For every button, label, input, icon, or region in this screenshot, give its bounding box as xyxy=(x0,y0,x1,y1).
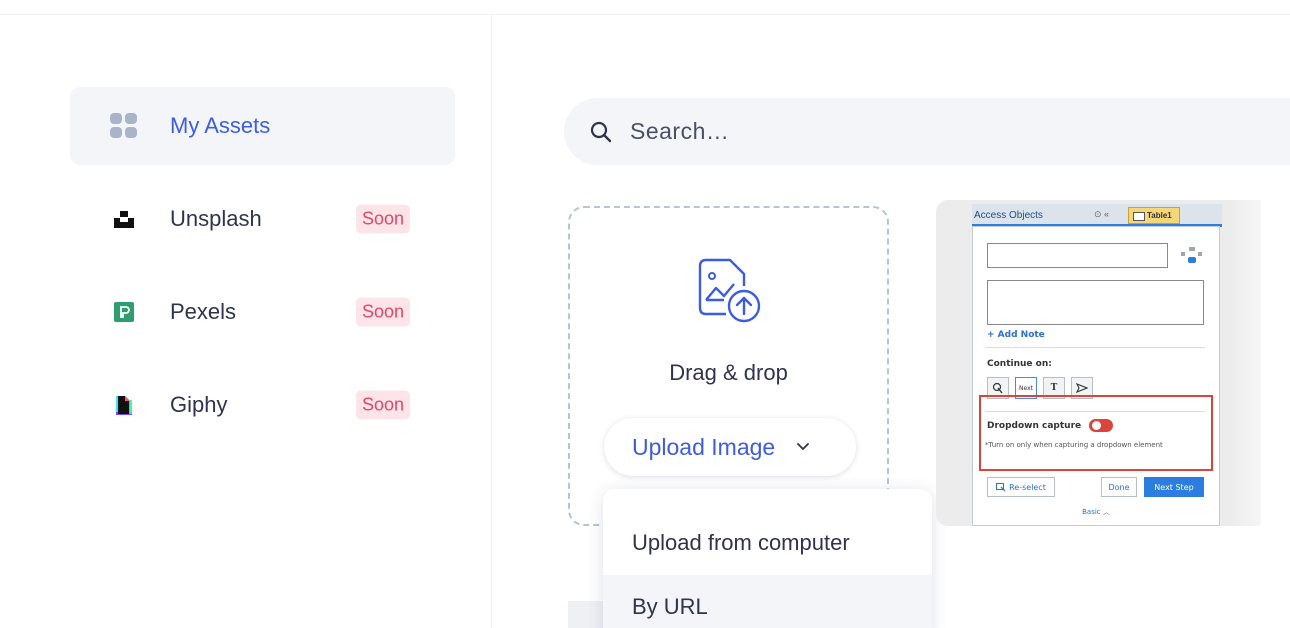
thumb-basic-toggle: Basic ︿ xyxy=(973,507,1219,517)
sidebar-divider xyxy=(491,14,492,628)
thumb-dropdown-note: *Turn on only when capturing a dropdown … xyxy=(985,441,1163,449)
thumb-highlight-box xyxy=(979,395,1213,471)
thumb-note-field xyxy=(987,280,1204,325)
sidebar-item-label: Unsplash xyxy=(170,206,262,231)
thumb-reselect-button: Re-select xyxy=(987,477,1055,497)
thumb-divider xyxy=(985,347,1205,348)
thumb-name-field xyxy=(987,243,1168,268)
menu-item-by-url[interactable]: By URL xyxy=(603,575,932,628)
grid-icon xyxy=(110,112,138,140)
sidebar-item-unsplash[interactable]: Unsplash Soon xyxy=(70,180,455,258)
thumb-done-button: Done xyxy=(1101,477,1137,497)
upload-options-menu: Upload from computer By URL xyxy=(603,489,932,628)
thumb-collapse-icon: ⊙ « xyxy=(1094,209,1110,219)
thumb-continue-label: Continue on: xyxy=(987,359,1052,369)
asset-sources-sidebar: My Assets Unsplash Soon Pexels Soon Giph… xyxy=(70,87,455,459)
grid-item-edge xyxy=(568,601,608,628)
chevron-up-icon: ︿ xyxy=(1102,508,1110,516)
top-divider xyxy=(0,14,1290,15)
upload-dropzone[interactable]: Drag & drop Upload Image xyxy=(568,206,889,526)
unsplash-logo-icon xyxy=(110,205,138,233)
search-icon xyxy=(590,121,612,142)
thumb-reselect-label: Re-select xyxy=(1009,482,1046,492)
thumbnail-edge-fade xyxy=(1230,200,1290,526)
chevron-down-icon xyxy=(797,443,810,450)
giphy-logo-icon xyxy=(110,391,138,419)
upload-image-button[interactable]: Upload Image xyxy=(604,418,856,476)
sidebar-item-my-assets[interactable]: My Assets xyxy=(70,87,455,165)
thumb-table-tab: Table1 xyxy=(1128,207,1180,224)
thumb-dropdown-toggle xyxy=(1089,419,1113,432)
menu-item-upload-from-computer[interactable]: Upload from computer xyxy=(603,511,932,575)
thumb-dropdown-capture-label: Dropdown capture xyxy=(987,421,1082,431)
soon-badge: Soon xyxy=(356,204,411,234)
sidebar-item-pexels[interactable]: Pexels Soon xyxy=(70,273,455,351)
soon-badge: Soon xyxy=(356,390,411,420)
search-bar[interactable] xyxy=(564,98,1290,165)
pexels-logo-icon xyxy=(110,298,138,326)
thumb-add-note: + Add Note xyxy=(987,330,1045,340)
thumb-basic-label: Basic xyxy=(1082,508,1101,516)
thumb-next-step-button: Next Step xyxy=(1144,477,1204,497)
thumb-panel-title: Access Objects xyxy=(974,210,1043,221)
upload-image-label: Upload Image xyxy=(632,433,776,460)
search-input[interactable] xyxy=(630,118,1130,145)
sidebar-item-label: My Assets xyxy=(170,113,271,138)
soon-badge: Soon xyxy=(356,297,411,327)
reselect-icon xyxy=(996,482,1006,491)
image-upload-icon xyxy=(694,256,764,331)
thumb-capture-panel: + Add Note Continue on: Next T Dropdown … xyxy=(972,226,1220,526)
thumb-panel-header: Access Objects ⊙ « Table1 xyxy=(972,204,1222,226)
thumb-target-icon xyxy=(1179,245,1205,267)
sidebar-item-label: Pexels xyxy=(170,299,237,324)
sidebar-item-label: Giphy xyxy=(170,392,228,417)
asset-thumbnail[interactable]: Access Objects ⊙ « Table1 + Add Note Con… xyxy=(936,200,1261,526)
drag-drop-text: Drag & drop xyxy=(669,360,788,385)
sidebar-item-giphy[interactable]: Giphy Soon xyxy=(70,366,455,444)
